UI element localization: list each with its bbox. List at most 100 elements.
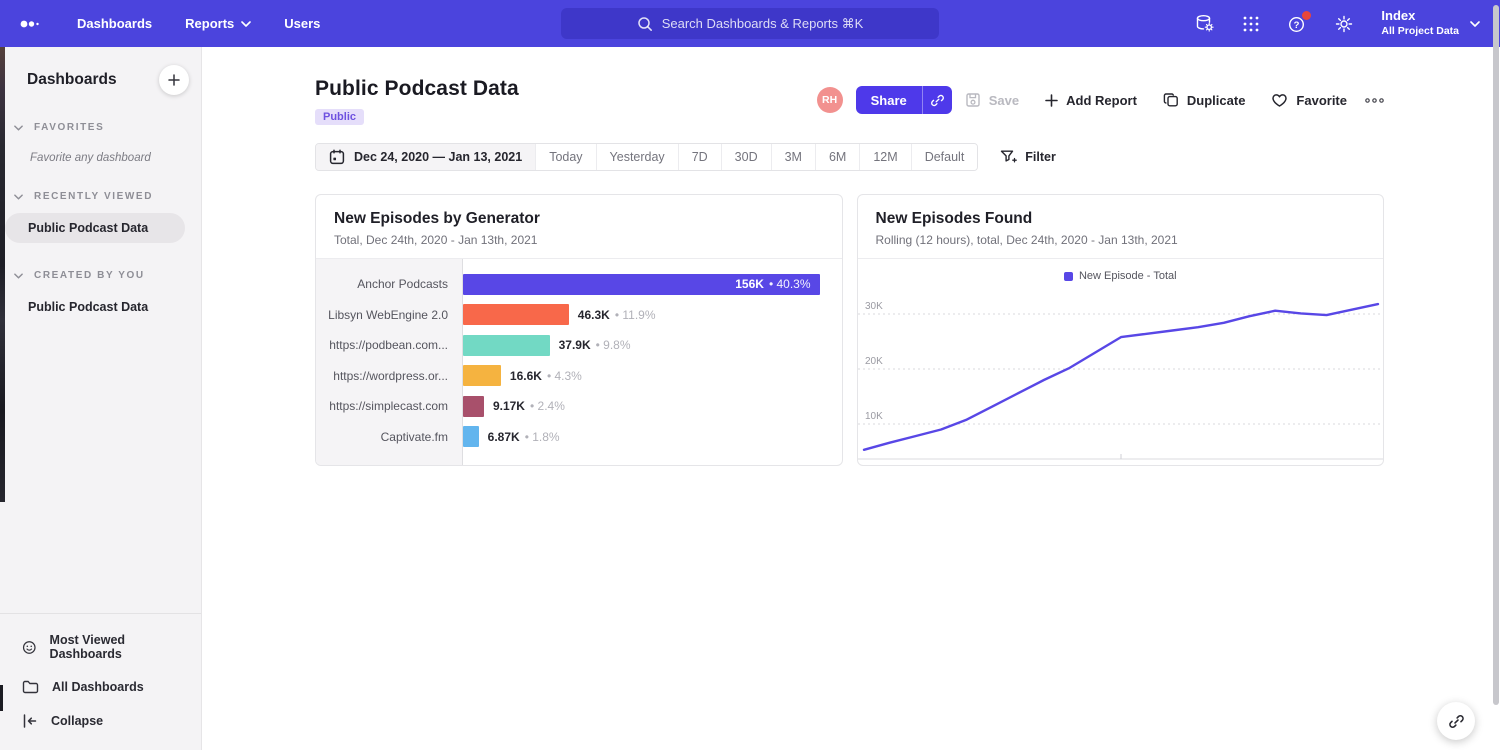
chevron-down-icon [14,125,23,131]
main-content: Public Podcast Data Public RH Share Save [202,47,1500,750]
sidebar-section-created-by-you[interactable]: CREATED BY YOU [0,270,201,281]
chart-title: New Episodes by Generator [334,210,824,228]
x-tick: DEC 24 [870,464,908,466]
line-chart-svg[interactable]: 10K20K30K [858,290,1384,460]
save-icon [965,92,981,108]
date-range-label: Dec 24, 2020 — Jan 13, 2021 [354,150,522,164]
bar-chart-row: 16.6K • 4.3% [463,361,820,392]
avatar[interactable]: RH [817,87,843,113]
section-label: RECENTLY VIEWED [34,191,153,202]
background-window-strip [0,685,3,711]
share-link-button[interactable] [922,86,952,114]
bar[interactable] [463,304,569,325]
bar[interactable] [463,335,550,356]
link-icon [1448,713,1465,730]
date-preset-button[interactable]: 12M [859,144,910,170]
heart-icon [1271,92,1288,108]
bar-percent-label: • 1.8% [525,430,560,444]
date-preset-button[interactable]: Yesterday [596,144,678,170]
save-button[interactable]: Save [965,92,1019,108]
bar-value-label: 156K [735,277,764,291]
share-button[interactable]: Share [856,86,922,114]
plus-icon [1045,94,1058,107]
sidebar-section-favorites[interactable]: FAVORITES [0,122,201,133]
date-preset-button[interactable]: 7D [678,144,721,170]
apps-grid-icon[interactable] [1242,15,1260,33]
floating-link-button[interactable] [1437,702,1475,740]
line-chart[interactable]: New Episode - Total 10K20K30K DEC 24 JAN… [858,259,1384,466]
bar-category-label: https://wordpress.or... [316,361,462,392]
date-preset-button[interactable]: Today [535,144,595,170]
app-logo-icon[interactable] [20,19,44,29]
add-report-button[interactable]: Add Report [1045,93,1137,108]
search-input[interactable]: Search Dashboards & Reports ⌘K [561,8,939,39]
bar[interactable] [463,365,501,386]
x-tick: JAN 13 [1334,464,1371,466]
sidebar-item-public-podcast-data[interactable]: Public Podcast Data [5,292,185,322]
bar[interactable] [463,396,484,417]
bar-value-label: 37.9K [559,338,591,352]
svg-text:10K: 10K [865,411,883,422]
more-actions-button[interactable] [1365,98,1384,103]
folder-icon [22,679,39,695]
plus-icon [168,74,180,86]
nav-item-users[interactable]: Users [284,16,320,31]
all-dashboards-button[interactable]: All Dashboards [0,670,201,704]
chart-title: New Episodes Found [876,210,1366,228]
bar-chart-row: 46.3K• 11.9% [463,300,820,331]
sidebar-item-public-podcast-data[interactable]: Public Podcast Data [5,213,185,243]
legend-swatch [1064,272,1073,281]
bar-percent-label: • 4.3% [547,369,582,383]
bar[interactable]: 156K • 40.3% [463,274,820,295]
most-viewed-dashboards-button[interactable]: Most Viewed Dashboards [0,624,201,670]
bar[interactable] [463,426,479,447]
public-badge: Public [315,109,364,125]
date-preset-button[interactable]: 3M [771,144,815,170]
background-window-strip [0,47,5,502]
collapse-sidebar-button[interactable]: Collapse [0,704,201,738]
chart-subtitle: Rolling (12 hours), total, Dec 24th, 202… [876,233,1366,247]
page-title: Public Podcast Data [315,77,519,101]
duplicate-label: Duplicate [1187,93,1246,108]
filter-label: Filter [1025,150,1056,164]
add-dashboard-button[interactable] [159,65,189,95]
bar-percent-label: • 40.3% [769,277,811,291]
date-presets: TodayYesterday7D30D3M6M12MDefault [535,144,977,170]
chevron-down-icon [241,21,251,27]
favorites-empty-hint: Favorite any dashboard [30,152,201,164]
favorite-button[interactable]: Favorite [1271,92,1347,108]
sidebar-section-recently-viewed[interactable]: RECENTLY VIEWED [0,191,201,202]
date-preset-button[interactable]: Default [911,144,978,170]
date-preset-button[interactable]: 30D [721,144,771,170]
filter-funnel-icon [1000,149,1017,165]
bar-percent-label: • 9.8% [596,338,631,352]
notification-badge [1302,11,1311,20]
bar-chart-rows: 156K • 40.3% 46.3K• 11.9% 37.9K • 9.8% 16.6K •… [463,259,842,466]
vertical-scrollbar[interactable] [1493,5,1499,705]
settings-gear-icon[interactable] [1334,14,1354,34]
date-range-button[interactable]: Dec 24, 2020 — Jan 13, 2021 [316,144,535,170]
nav-item-reports[interactable]: Reports [185,16,251,31]
filter-button[interactable]: Filter [1000,149,1056,165]
bar-chart-row: 6.87K• 1.8% [463,422,820,453]
bar-chart-row: 9.17K• 2.4% [463,391,820,422]
calendar-icon [329,149,345,165]
nav-label: Dashboards [77,16,152,31]
data-sources-icon[interactable] [1195,14,1215,33]
nav-label: Reports [185,16,234,31]
collapse-icon [22,713,38,729]
favorite-label: Favorite [1296,93,1347,108]
project-selector[interactable]: Index All Project Data [1381,8,1480,39]
top-navbar: Dashboards Reports Users Search Dashboar… [0,0,1500,47]
svg-text:20K: 20K [865,356,883,367]
nav-item-dashboards[interactable]: Dashboards [77,16,152,31]
help-icon[interactable]: ? [1287,14,1307,34]
svg-text:?: ? [1294,20,1300,31]
bar-value-label: 16.6K [510,369,542,383]
bar-category-label: Libsyn WebEngine 2.0 [316,300,462,331]
bar-chart-card: New Episodes by Generator Total, Dec 24t… [315,194,843,466]
bar-chart[interactable]: Anchor PodcastsLibsyn WebEngine 2.0https… [316,259,842,466]
date-preset-button[interactable]: 6M [815,144,859,170]
duplicate-button[interactable]: Duplicate [1163,92,1246,108]
bar-category-label: https://podbean.com... [316,330,462,361]
